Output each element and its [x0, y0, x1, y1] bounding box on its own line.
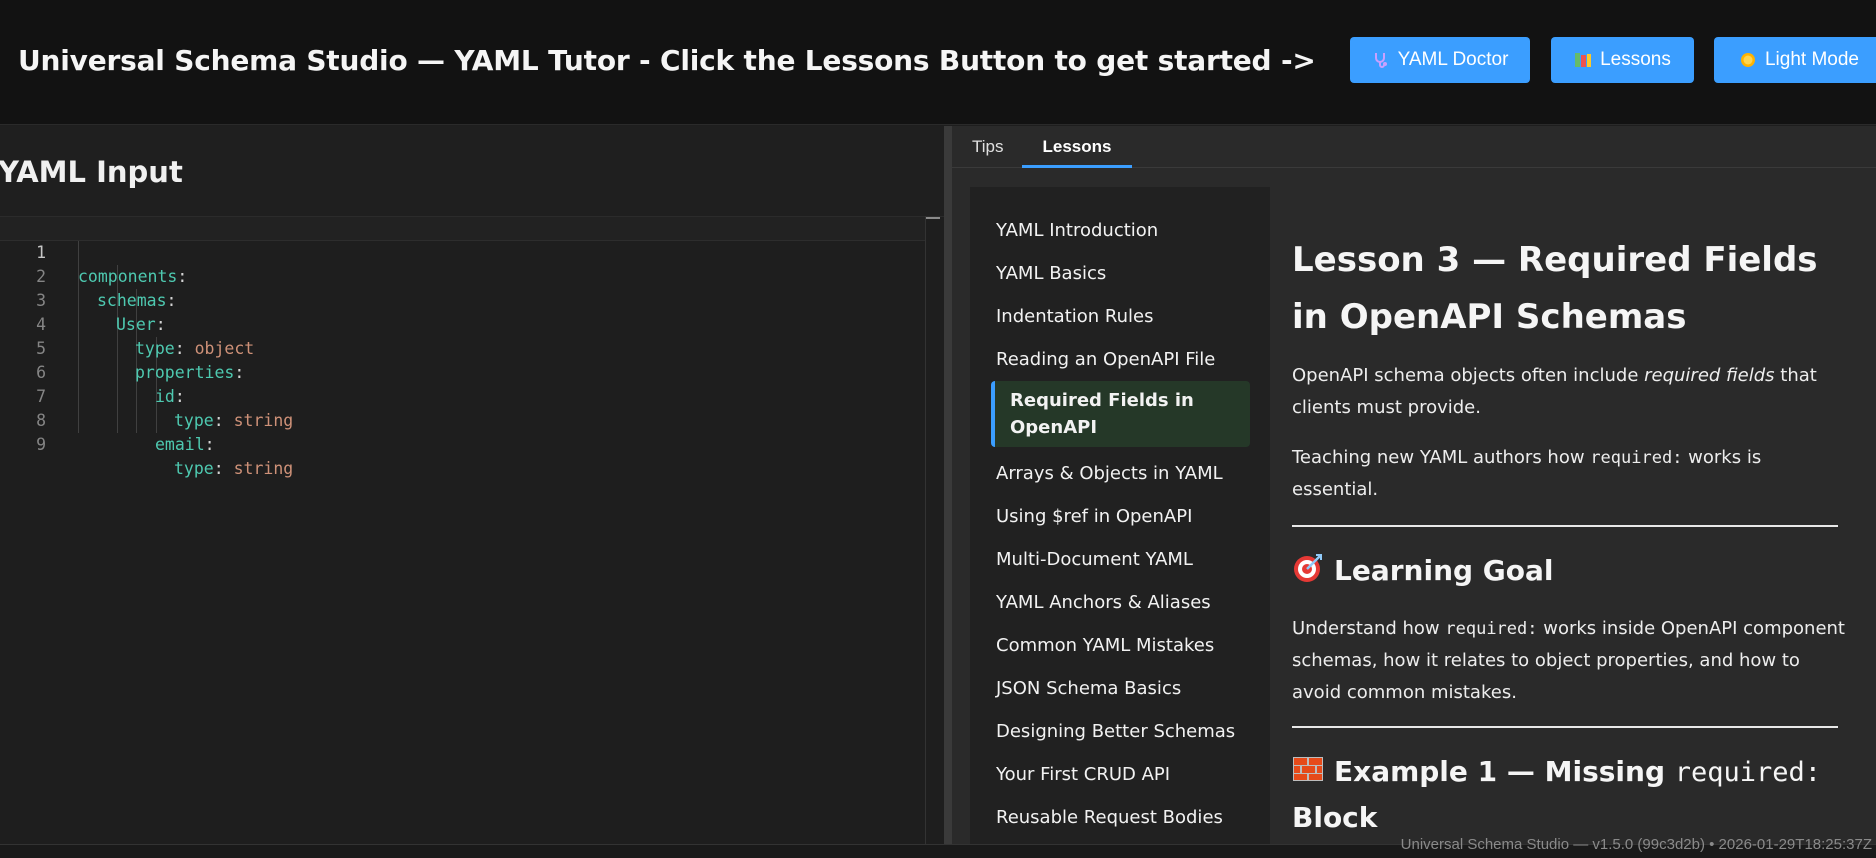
side-panel-tabs: Tips Lessons: [952, 126, 1876, 168]
learning-goal-heading: Learning Goal: [1292, 548, 1852, 593]
lesson-nav-item[interactable]: JSON Schema Basics: [996, 675, 1256, 702]
light-mode-label: Light Mode: [1764, 49, 1859, 70]
line-number: 9: [36, 435, 46, 454]
lesson-title: Lesson 3 — Required Fields in OpenAPI Sc…: [1292, 240, 1818, 337]
heading-text: Example 1 — Missing: [1334, 755, 1675, 788]
lessons-label: Lessons: [1600, 49, 1671, 70]
yaml-doctor-button[interactable]: YAML Doctor: [1350, 37, 1530, 83]
code-line: 9 type: string: [0, 409, 925, 478]
code-line: 1 components:: [0, 217, 925, 286]
yaml-separator: :: [204, 435, 215, 454]
version-label: Universal Schema Studio — v1.5.0 (99c3d2…: [1400, 836, 1872, 853]
code-line: 4 type: object: [0, 289, 925, 358]
learning-goal-paragraph: Understand how required: works inside Op…: [1292, 613, 1852, 709]
lesson-nav-item[interactable]: Indentation Rules: [996, 303, 1256, 330]
lesson-nav-item[interactable]: Reading an OpenAPI File: [996, 346, 1256, 373]
tab-tips[interactable]: Tips: [972, 126, 1004, 168]
lesson-nav-item[interactable]: YAML Anchors & Aliases: [996, 589, 1256, 616]
inline-code: required:: [1674, 757, 1822, 788]
example-heading: Example 1 — Missing required: Block: [1292, 749, 1852, 840]
lesson-nav-item[interactable]: Your First CRUD API: [996, 761, 1256, 788]
lesson-nav-item-active[interactable]: Required Fields in OpenAPI: [991, 381, 1250, 447]
brick-icon: [1292, 753, 1324, 785]
text-run: Teaching new YAML authors how: [1292, 447, 1591, 468]
code-line: 5 properties:: [0, 313, 925, 382]
section-divider: [1292, 726, 1838, 728]
books-icon: [1574, 51, 1592, 69]
lesson-nav-item[interactable]: Multi-Document YAML: [996, 546, 1256, 573]
lesson-nav: YAML Introduction YAML Basics Indentatio…: [970, 187, 1270, 844]
code-line: 8 email:: [0, 385, 925, 454]
text-run: OpenAPI schema objects often include: [1292, 365, 1645, 386]
section-divider: [1292, 525, 1838, 527]
yaml-input-title: YAML Input: [0, 155, 183, 189]
lesson-nav-item[interactable]: Reusable Request Bodies: [996, 804, 1256, 831]
lesson-nav-item[interactable]: Designing Better Schemas: [996, 718, 1256, 745]
lesson-nav-item[interactable]: Common YAML Mistakes: [996, 632, 1256, 659]
inline-code: required:: [1445, 619, 1538, 639]
yaml-code-editor[interactable]: 1 components: 2 schemas: 3 User: 4 type:…: [0, 216, 944, 844]
code-line: 2 schemas:: [0, 241, 925, 310]
scrollbar-marker: [926, 217, 940, 219]
heading-text: Block: [1292, 801, 1378, 834]
yaml-key: email: [155, 435, 205, 454]
lesson-nav-item[interactable]: Using $ref in OpenAPI: [996, 503, 1256, 530]
lesson-nav-item[interactable]: YAML Basics: [996, 260, 1256, 287]
yaml-key: type: [174, 459, 214, 478]
lesson-nav-item[interactable]: Arrays & Objects in YAML: [996, 460, 1256, 487]
editor-scrollbar[interactable]: [925, 216, 926, 844]
lessons-button[interactable]: Lessons: [1551, 37, 1694, 83]
yaml-doctor-label: YAML Doctor: [1397, 49, 1509, 70]
emphasis-text: required fields: [1644, 365, 1775, 386]
target-icon: [1292, 552, 1324, 584]
code-line: 6 id:: [0, 337, 925, 406]
tab-lessons[interactable]: Lessons: [1022, 126, 1132, 168]
text-run: Understand how: [1292, 618, 1446, 639]
lesson-nav-item[interactable]: YAML Introduction: [996, 217, 1256, 244]
lesson-teaching-paragraph: Teaching new YAML authors how required: …: [1292, 442, 1852, 506]
heading-text: Learning Goal: [1334, 554, 1554, 587]
app-title: Universal Schema Studio — YAML Tutor - C…: [18, 44, 1316, 77]
sun-icon: [1739, 51, 1757, 69]
pane-splitter[interactable]: [944, 126, 952, 844]
yaml-value: string: [233, 459, 294, 478]
inline-code: required:: [1590, 448, 1683, 468]
lesson-intro-paragraph: OpenAPI schema objects often include req…: [1292, 360, 1852, 424]
code-line: 7 type: string: [0, 361, 925, 430]
yaml-separator: :: [213, 459, 234, 478]
stethoscope-icon: [1372, 51, 1390, 69]
light-mode-button[interactable]: Light Mode: [1714, 37, 1876, 83]
code-line: 3 User:: [0, 265, 925, 334]
